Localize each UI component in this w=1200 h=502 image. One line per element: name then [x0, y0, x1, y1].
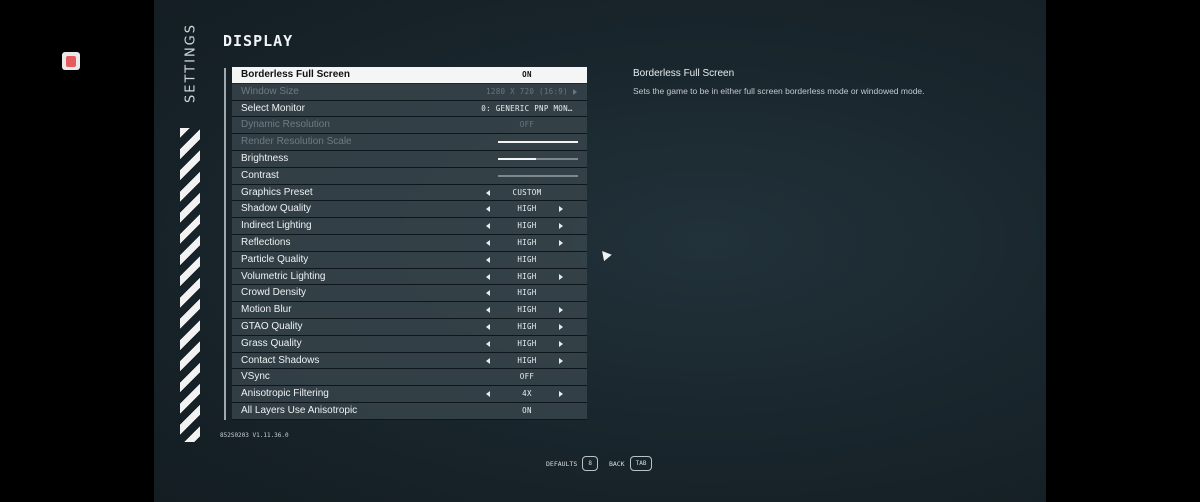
setting-value: HIGH	[517, 288, 537, 298]
setting-label: Indirect Lighting	[241, 220, 312, 232]
list-rail	[224, 68, 226, 420]
settings-row[interactable]: Contact Shadows HIGH	[232, 352, 587, 370]
settings-row[interactable]: Volumetric Lighting HIGH	[232, 268, 587, 286]
mouse-cursor-icon	[598, 247, 612, 262]
setting-value: OFF	[519, 120, 535, 130]
arrow-right-icon[interactable]	[559, 273, 563, 280]
settings-list: Borderless Full Screen ON Window Size 1280 …	[232, 67, 587, 420]
back-key[interactable]: TAB	[629, 456, 653, 471]
setting-label: Motion Blur	[241, 304, 292, 316]
settings-row[interactable]: Graphics Preset CUSTOM	[232, 184, 587, 202]
arrow-right-icon[interactable]	[559, 307, 563, 314]
settings-row[interactable]: GTAO Quality HIGH	[232, 318, 587, 336]
settings-row[interactable]: Contrast	[232, 167, 587, 185]
footer-hints: DEFAULTS 8 BACK TAB	[546, 456, 658, 471]
settings-row[interactable]: Particle Quality HIGH	[232, 251, 587, 269]
setting-value: ON	[522, 70, 532, 79]
arrow-right-icon[interactable]	[559, 223, 563, 230]
arrow-right-icon[interactable]	[559, 323, 563, 330]
build-version: 852S0203 V1.11.36.0	[220, 432, 289, 439]
setting-label: VSync	[241, 371, 270, 383]
settings-row[interactable]: Motion Blur HIGH	[232, 302, 587, 319]
slider-fill	[498, 157, 536, 160]
setting-value: 0: GENERIC PNP MON…	[481, 103, 573, 113]
setting-slider[interactable]	[498, 174, 578, 177]
setting-label: Window Size	[241, 85, 299, 97]
setting-value: 1280 X 720 (16:9)	[486, 86, 568, 96]
page-title: DISPLAY	[223, 32, 294, 50]
setting-label: Brightness	[241, 152, 289, 164]
setting-label: Volumetric Lighting	[241, 270, 326, 282]
setting-slider[interactable]	[498, 157, 578, 160]
defaults-key[interactable]: 8	[582, 456, 598, 471]
assistant-icon	[66, 55, 76, 67]
arrow-right-icon[interactable]	[559, 340, 563, 347]
settings-row[interactable]: VSync OFF	[232, 369, 587, 387]
setting-label: Shadow Quality	[241, 203, 312, 215]
settings-row[interactable]: Window Size 1280 X 720 (16:9)	[232, 83, 587, 101]
setting-label: Reflections	[241, 236, 291, 248]
settings-row[interactable]: All Layers Use Anisotropic ON	[232, 402, 587, 420]
arrow-right-icon[interactable]	[573, 88, 577, 95]
settings-row[interactable]: Reflections HIGH	[232, 234, 587, 252]
setting-slider[interactable]	[498, 141, 578, 144]
setting-value: HIGH	[517, 254, 537, 264]
setting-label: Graphics Preset	[241, 186, 313, 198]
settings-row[interactable]: Shadow Quality HIGH	[232, 201, 587, 219]
settings-row[interactable]: Borderless Full Screen ON	[232, 67, 587, 84]
setting-label: Select Monitor	[241, 102, 305, 114]
setting-value: OFF	[519, 372, 535, 382]
setting-value: CUSTOM	[512, 187, 542, 197]
setting-label: Dynamic Resolution	[241, 119, 330, 131]
arrow-right-icon[interactable]	[559, 206, 563, 213]
setting-label: Borderless Full Screen	[241, 69, 350, 80]
slider-fill	[498, 141, 578, 144]
settings-row[interactable]: Select Monitor 0: GENERIC PNP MON…	[232, 100, 587, 118]
settings-row[interactable]: Grass Quality HIGH	[232, 335, 587, 353]
setting-value: ON	[522, 405, 532, 415]
settings-row[interactable]: Brightness	[232, 150, 587, 168]
defaults-label[interactable]: DEFAULTS	[546, 460, 577, 468]
setting-label: Particle Quality	[241, 253, 309, 265]
setting-label: All Layers Use Anisotropic	[241, 404, 358, 416]
settings-row[interactable]: Dynamic Resolution OFF	[232, 117, 587, 135]
setting-label: Crowd Density	[241, 287, 307, 299]
settings-row[interactable]: Indirect Lighting HIGH	[232, 218, 587, 235]
game-screen: SETTINGS DISPLAY Borderless Full Screen O…	[154, 0, 1046, 502]
floating-assistant-button[interactable]	[62, 52, 80, 70]
arrow-right-icon[interactable]	[559, 391, 563, 398]
arrow-right-icon[interactable]	[559, 357, 563, 364]
hazard-stripes-decoration	[180, 128, 200, 442]
setting-label: Anisotropic Filtering	[241, 388, 329, 400]
setting-label: GTAO Quality	[241, 320, 303, 332]
detail-description: Sets the game to be in either full scree…	[633, 86, 925, 96]
setting-label: Render Resolution Scale	[241, 136, 352, 148]
arrow-right-icon[interactable]	[559, 239, 563, 246]
setting-label: Contrast	[241, 169, 279, 181]
setting-label: Contact Shadows	[241, 354, 320, 366]
settings-row[interactable]: Crowd Density HIGH	[232, 285, 587, 303]
detail-title: Borderless Full Screen	[633, 68, 735, 79]
back-label[interactable]: BACK	[609, 460, 625, 468]
settings-row[interactable]: Render Resolution Scale	[232, 134, 587, 151]
settings-section-label: SETTINGS	[183, 22, 199, 103]
setting-label: Grass Quality	[241, 337, 302, 349]
settings-row[interactable]: Anisotropic Filtering 4X	[232, 386, 587, 403]
